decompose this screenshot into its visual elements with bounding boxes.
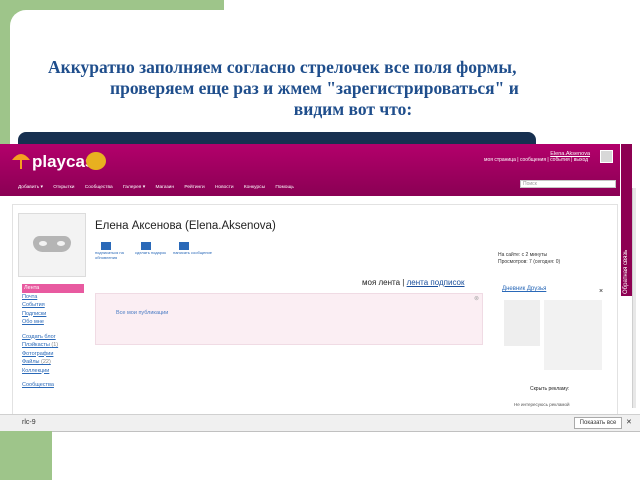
message-icon: [179, 242, 189, 250]
feed-tabs: моя лента | лента подписок: [362, 278, 465, 287]
sidebar-count: (22): [41, 359, 51, 365]
feedback-label: Обратная связь: [623, 249, 629, 294]
website-screenshot: playcast Elena.Aksenova моя страница | с…: [0, 144, 636, 414]
avatar[interactable]: [600, 150, 613, 163]
nav-item[interactable]: Магазин: [155, 185, 174, 190]
close-icon[interactable]: ⊗: [474, 295, 479, 302]
sidebar-item-communities[interactable]: Сообщества: [22, 381, 84, 390]
ad-title[interactable]: Дневник Друзья: [502, 286, 546, 292]
subscribe-label: подписаться на обновления: [95, 250, 124, 260]
tab-subscriptions-feed[interactable]: лента подписок: [407, 278, 465, 287]
nav-item[interactable]: Сообщества: [85, 185, 113, 190]
message-label: написать сообщение: [173, 250, 212, 255]
profile-photo[interactable]: [18, 213, 86, 277]
sidebar-item-mail[interactable]: Почта: [22, 293, 84, 302]
sidebar-item-playcasts[interactable]: Плэйкасты (1): [22, 341, 84, 350]
sidebar-item-collections[interactable]: Коллекции: [22, 367, 84, 376]
nav-item[interactable]: Помощь: [275, 185, 294, 190]
hide-ads-label: Скрыть рекламу:: [530, 386, 570, 392]
user-menu[interactable]: моя страница | сообщения | события | вых…: [484, 157, 588, 163]
tab-my-feed[interactable]: моя лента: [362, 278, 400, 287]
mask-icon: [33, 236, 71, 252]
site-header: playcast Elena.Aksenova моя страница | с…: [0, 144, 620, 196]
ad-option[interactable]: Не интересуюсь рекламой: [514, 402, 570, 407]
sidebar-label: Плэйкасты: [22, 342, 50, 348]
sidebar-item-events[interactable]: События: [22, 301, 84, 310]
nav-item[interactable]: Новости: [215, 185, 234, 190]
nav-item[interactable]: Открытки: [53, 185, 74, 190]
scrollbar[interactable]: [632, 188, 636, 408]
heading-line-3: видим вот что:: [293, 99, 413, 119]
show-all-button[interactable]: Показать все: [574, 417, 622, 429]
main-nav: Добавить ▾ Открытки Сообщества Галерея ▾…: [18, 185, 303, 190]
stats-views: Просмотров: 7 (сегодня: 0): [498, 259, 561, 265]
gift-button[interactable]: сделать подарок: [135, 242, 175, 256]
profile-name: Елена Аксенова (Elena.Aksenova): [95, 220, 276, 232]
sidebar-count: (1): [51, 342, 59, 348]
ad-image-faded: [544, 300, 602, 370]
sidebar-item-feed[interactable]: Лента: [22, 284, 84, 293]
nav-item[interactable]: Галерея ▾: [123, 185, 145, 190]
gift-label: сделать подарок: [135, 250, 166, 255]
sidebar-item-files[interactable]: Файлы (22): [22, 358, 84, 367]
rss-icon: [101, 242, 111, 250]
download-item[interactable]: rlc-9: [22, 419, 36, 426]
slide-heading: Аккуратно заполняем согласно стрелочек в…: [40, 57, 640, 120]
sidebar-label: Файлы: [22, 359, 40, 365]
logo-badge-icon: [86, 152, 106, 170]
ad-image[interactable]: [504, 300, 540, 346]
all-publications-link[interactable]: Все мои публикации: [116, 310, 168, 316]
heading-line-2: проверяем еще раз и жмем "зарегистрирова…: [110, 78, 519, 98]
sidebar-item-subscriptions[interactable]: Подписки: [22, 310, 84, 319]
stats-online: На сайте: с 2 минуты: [498, 252, 548, 258]
sidebar-item-create-blog[interactable]: Создать блог: [22, 333, 84, 342]
feed-box: Все мои публикации ⊗: [95, 293, 483, 345]
nav-item[interactable]: Конкурсы: [244, 185, 265, 190]
profile-stats: На сайте: с 2 минуты Просмотров: 7 (сего…: [498, 252, 560, 266]
heading-line-1: Аккуратно заполняем согласно стрелочек в…: [48, 57, 517, 77]
search-input[interactable]: Поиск: [520, 180, 616, 188]
sidebar-item-photos[interactable]: Фотографии: [22, 350, 84, 359]
gift-icon: [141, 242, 151, 250]
ad-panel: Дневник Друзья × Скрыть рекламу: Не инте…: [500, 286, 606, 414]
close-icon[interactable]: ×: [599, 288, 603, 295]
download-bar: rlc-9 Показать все ✕: [0, 414, 640, 432]
nav-item[interactable]: Рейтинги: [184, 185, 204, 190]
playcast-logo-icon[interactable]: [10, 150, 32, 170]
sidebar-item-about[interactable]: Обо мне: [22, 318, 84, 327]
close-icon[interactable]: ✕: [626, 418, 632, 426]
profile-sidebar: Лента Почта События Подписки Обо мне Соз…: [22, 284, 84, 390]
slide-green-bottom: [0, 431, 52, 480]
message-button[interactable]: написать сообщение: [173, 242, 213, 256]
feedback-tab[interactable]: Обратная связь: [621, 144, 632, 296]
subscribe-button[interactable]: подписаться на обновления: [95, 242, 135, 260]
nav-item[interactable]: Добавить ▾: [18, 185, 43, 190]
